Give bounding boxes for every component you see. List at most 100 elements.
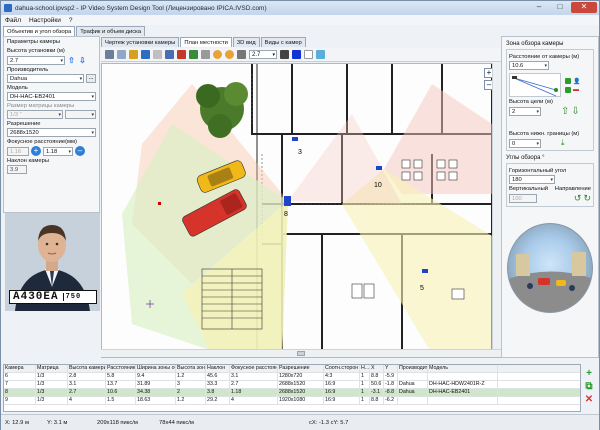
tab-lens-angle[interactable]: Объектив и угол обзора: [3, 26, 76, 36]
image-icon[interactable]: [129, 50, 138, 59]
rotate-left-icon[interactable]: ↺: [574, 193, 582, 204]
column-header[interactable]: Расстояние: [106, 365, 136, 372]
distance-input[interactable]: 10.6 ▾: [509, 61, 549, 70]
resolution-select[interactable]: 2688x1520 ▾: [7, 128, 96, 137]
column-header[interactable]: Производитель: [398, 365, 428, 372]
camera-marker-10[interactable]: [376, 166, 382, 170]
column-header[interactable]: Фокусное расстояние: [230, 365, 278, 372]
table-row[interactable]: 7 1/3 3.1 13.7 31.89 3 33.3 2.7 2688x1520 16:9 1 50…: [4, 381, 580, 389]
target-height-input[interactable]: 2 ▾: [509, 107, 541, 116]
column-header[interactable]: Соотн.сторон: [324, 365, 360, 372]
chevron-down-icon: ▾: [536, 140, 539, 147]
column-header[interactable]: Модель: [428, 365, 498, 372]
camera-marker-3[interactable]: [292, 137, 298, 141]
add-camera-icon[interactable]: +: [583, 369, 595, 379]
horizontal-angle-label: Горизонтальный угол: [509, 168, 567, 174]
focal-min-value: 1.16: [10, 148, 22, 155]
show-car-checkbox[interactable]: [565, 86, 571, 93]
focal-select[interactable]: 1.18 ▾: [43, 146, 73, 156]
scroll-thumb[interactable]: [297, 351, 305, 356]
menu-file[interactable]: Файл: [5, 17, 21, 24]
column-header[interactable]: Матрица: [36, 365, 68, 372]
horizontal-angle-select[interactable]: 180 ▾: [509, 175, 555, 184]
height-input[interactable]: 2.7 ▾: [7, 55, 65, 65]
focal-increase-icon[interactable]: +: [31, 146, 41, 156]
table-cell: 31.89: [136, 381, 176, 388]
maximize-button[interactable]: □: [550, 2, 570, 13]
column-header[interactable]: H...: [360, 365, 370, 372]
lower-border-input[interactable]: 0 ▾: [509, 138, 541, 148]
close-button[interactable]: ✕: [571, 2, 597, 13]
camera-marker-8[interactable]: [284, 196, 291, 206]
camera-tool-icon[interactable]: [141, 50, 150, 59]
minimize-button[interactable]: –: [529, 2, 549, 13]
vertical-angle-field[interactable]: 100: [509, 194, 537, 203]
chevron-down-icon: ▾: [79, 76, 83, 82]
target-down-icon[interactable]: ⇩: [571, 106, 579, 117]
column-header[interactable]: Y: [384, 365, 398, 372]
table-cell: 1.2: [176, 397, 206, 404]
matrix-extra-select[interactable]: ▾: [65, 110, 96, 119]
vendor-more-button[interactable]: ...: [86, 74, 96, 83]
tilt-field[interactable]: 3.9: [7, 165, 27, 174]
tab-traffic-disk[interactable]: Трафик и объем диска: [76, 26, 146, 36]
column-header[interactable]: Высота зон...: [176, 365, 206, 372]
menu-help[interactable]: ?: [69, 17, 73, 24]
title-bar: dahua-school.ipvsp2 - IP Video System De…: [1, 1, 599, 15]
column-header[interactable]: Разрешение: [278, 365, 324, 372]
column-header[interactable]: Высота камеры: [68, 365, 106, 372]
stroke-color-icon[interactable]: [280, 50, 289, 59]
delete-camera-icon[interactable]: ✕: [583, 395, 595, 405]
table-cell: 3.8: [206, 389, 230, 396]
table-cell: 2.7: [230, 381, 278, 388]
redo-icon[interactable]: [225, 50, 234, 59]
table-cell: 16:9: [324, 389, 360, 396]
focal-min-field[interactable]: 1.16: [7, 146, 29, 156]
vendor-select[interactable]: Dahua ▾: [7, 74, 85, 83]
column-header[interactable]: Ширина зоны обзора: [136, 365, 176, 372]
table-cell: Dahua: [398, 389, 428, 396]
pointer-icon[interactable]: [105, 50, 114, 59]
tab-install-drawing[interactable]: Чертеж установки камеры: [101, 37, 180, 47]
table-cell: 1: [360, 381, 370, 388]
model-select[interactable]: DH-HAC-EB2401 ▾: [7, 92, 96, 101]
select-icon[interactable]: [117, 50, 126, 59]
eyedropper-icon[interactable]: [237, 50, 246, 59]
pattern-icon[interactable]: [304, 50, 313, 59]
copy-camera-icon[interactable]: ⧉: [583, 382, 595, 392]
site-plan-canvas[interactable]: 3 10 5 8 + –: [101, 63, 501, 358]
height-up-icon[interactable]: ⇧: [67, 55, 76, 65]
column-header[interactable]: Камера: [4, 365, 36, 372]
table-row[interactable]: 8 1/3 2.7 10.6 34.38 2 3.8 1.18 2688x1520 16:9 1 -3…: [4, 389, 580, 397]
table-row[interactable]: 6 1/3 2.8 5.8 9.4 1.2 45.6 3.1 1280x720 4:3 1 8.8 -5…: [4, 373, 580, 381]
menu-settings[interactable]: Настройки: [29, 17, 61, 24]
tilt-label: Наклон камеры: [7, 158, 49, 164]
canvas-horizontal-scrollbar[interactable]: [101, 349, 501, 357]
table-row[interactable]: 9 1/3 4 1.5 18.63 1.2 29.2 4 1920x1080 16:9 1 8.8 -6…: [4, 397, 580, 405]
camera-marker-5[interactable]: [422, 269, 428, 273]
selection-handle[interactable]: [158, 202, 161, 205]
table-actions: + ⧉ ✕: [583, 369, 597, 405]
window-title: dahua-school.ipvsp2 - IP Video System De…: [15, 4, 267, 12]
tab-3d-view[interactable]: 3D вид: [232, 37, 260, 47]
column-header[interactable]: X: [370, 365, 384, 372]
tab-camera-views[interactable]: Виды с камер: [260, 37, 306, 47]
undo-icon[interactable]: [213, 50, 222, 59]
matrix-select[interactable]: 1/3 " ▾: [7, 110, 63, 119]
rotate-right-icon[interactable]: ↻: [583, 193, 591, 204]
column-header[interactable]: Наклон: [206, 365, 230, 372]
tree-tool-icon[interactable]: [189, 50, 198, 59]
car-tool-icon[interactable]: [177, 50, 186, 59]
line-width-select[interactable]: 2.7 ▾: [249, 50, 277, 59]
target-up-icon[interactable]: ⇧: [561, 106, 569, 117]
person-tool-icon[interactable]: [165, 50, 174, 59]
canvas-vertical-scrollbar[interactable]: [492, 63, 501, 350]
layers-icon[interactable]: [316, 50, 325, 59]
show-zone-checkbox[interactable]: [565, 78, 571, 84]
fence-tool-icon[interactable]: [201, 50, 210, 59]
focal-decrease-icon[interactable]: –: [75, 146, 85, 156]
height-down-icon[interactable]: ⇩: [78, 55, 87, 65]
wall-tool-icon[interactable]: [153, 50, 162, 59]
tab-site-plan[interactable]: План местности: [180, 37, 232, 47]
fill-color-icon[interactable]: [292, 50, 301, 59]
